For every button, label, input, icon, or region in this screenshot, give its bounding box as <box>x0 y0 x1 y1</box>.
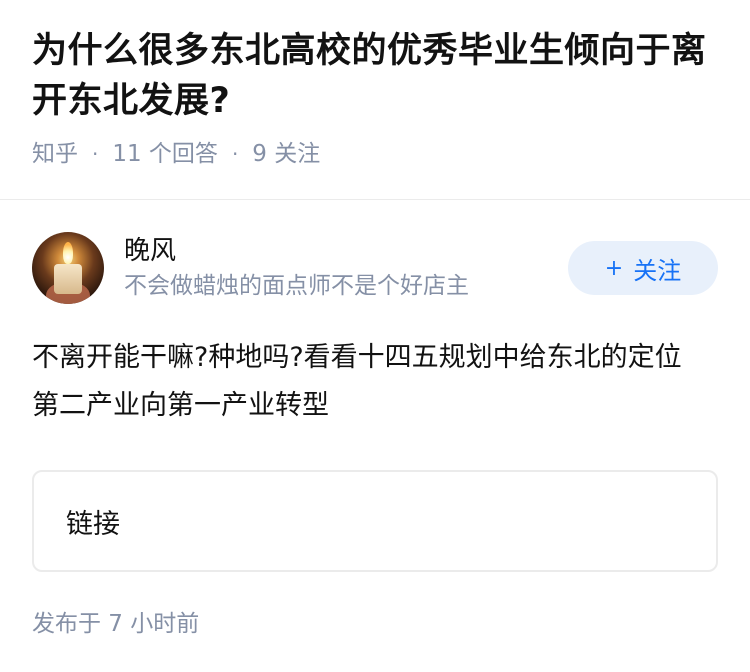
author-info: 晚风 不会做蜡烛的面点师不是个好店主 <box>124 234 568 302</box>
author-headline: 不会做蜡烛的面点师不是个好店主 <box>124 273 469 299</box>
follower-count[interactable]: 9 关注 <box>252 138 320 170</box>
meta-separator: · <box>92 142 99 166</box>
answer-card: 晚风 不会做蜡烛的面点师不是个好店主 + 关注 不离开能干嘛?种地吗?看看十四五… <box>0 200 750 640</box>
publish-time: 发布于 7 小时前 <box>32 611 200 637</box>
answer-count[interactable]: 11 个回答 <box>112 138 218 170</box>
plus-icon: + <box>604 255 624 281</box>
author-row: 晚风 不会做蜡烛的面点师不是个好店主 + 关注 <box>32 200 718 330</box>
question-meta: 知乎 · 11 个回答 · 9 关注 <box>32 138 718 170</box>
link-card-label: 链接 <box>66 508 120 540</box>
candle-avatar-icon[interactable] <box>32 232 104 304</box>
follow-button-label: 关注 <box>633 256 682 285</box>
answer-content: 不离开能干嘛?种地吗?看看十四五规划中给东北的定位 第二产业向第一产业转型 <box>32 342 717 421</box>
author-name[interactable]: 晚风 <box>124 234 568 268</box>
meta-separator: · <box>231 142 239 166</box>
question-title[interactable]: 为什么很多东北高校的优秀毕业生倾向于离开东北发展? <box>32 26 718 126</box>
source-label[interactable]: 知乎 <box>32 138 78 170</box>
follow-button[interactable]: + 关注 <box>568 241 718 295</box>
question-header: 为什么很多东北高校的优秀毕业生倾向于离开东北发展? 知乎 · 11 个回答 · … <box>0 0 750 200</box>
link-card[interactable]: 链接 <box>32 470 718 572</box>
